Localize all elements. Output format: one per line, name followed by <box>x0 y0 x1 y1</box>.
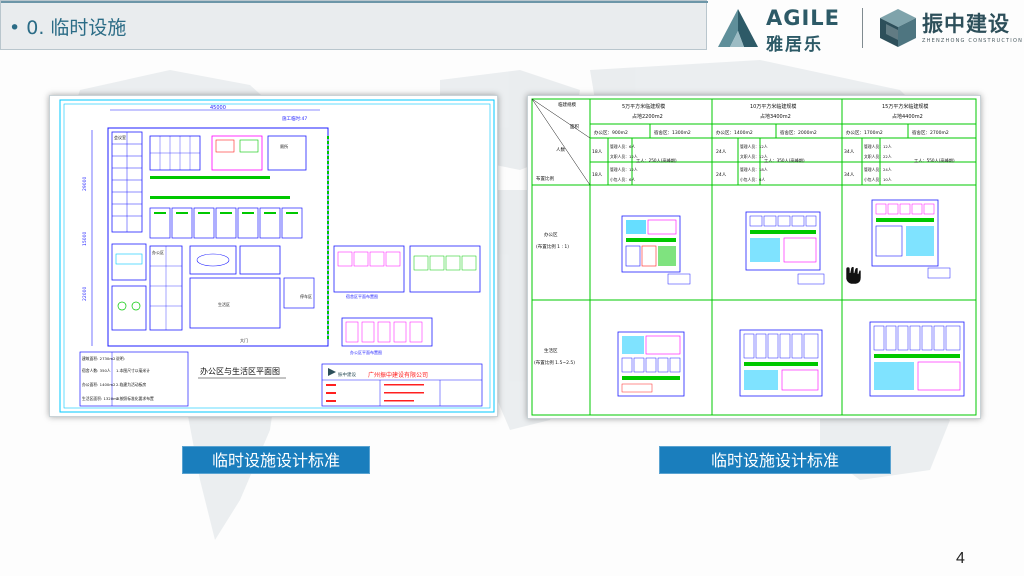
col3-workers: 工人：550人(高峰期) <box>914 157 955 164</box>
zhenzhong-english-name: ZHENZHONG CONSTRUCTION <box>922 38 1024 44</box>
label-parking: 停车区 <box>300 293 312 299</box>
col3-staff-count-1: 34人 <box>844 149 855 155</box>
col3-subtitle: 占地4400m2 <box>892 113 923 120</box>
dorm-plan-thumb-10w <box>739 329 823 397</box>
label-office-area: 办公区 <box>152 249 164 255</box>
col1-dorm-area: 宿舍区：1300m2 <box>654 129 691 136</box>
col3-staff-line-1: 管理人员：12人 <box>864 144 892 149</box>
label-meeting-room: 会议室 <box>114 134 126 140</box>
col2-staff-line-3: 管理人员：18人 <box>740 167 768 172</box>
plan-width-dimension: 45000 <box>210 105 226 111</box>
row-office-label: 办公区 <box>544 231 558 238</box>
col1-staff-line-3: 管理人员：12人 <box>610 167 638 172</box>
agile-wordmark: AGILE <box>766 6 841 30</box>
label-wc: 厕所 <box>280 143 288 149</box>
agile-logo: AGILE 雅居乐 <box>714 2 854 55</box>
title-block-company: 广州振中建设有限公司 <box>368 371 428 379</box>
plan-right-dimension: 施工临时:47 <box>282 115 307 122</box>
corner-ratio-label: 布置比例 <box>536 175 554 182</box>
col2-workers: 工人：350人(高峰期) <box>764 157 805 164</box>
col3-office-area: 办公区：1700m2 <box>846 129 883 136</box>
title-accent-line <box>1 1 708 3</box>
col3-staff-line-3: 管理人员：24人 <box>864 167 892 172</box>
col1-staff-count-1: 18人 <box>592 149 603 155</box>
slide-title: • 0. 临时设施 <box>9 17 127 39</box>
plan-title: 办公区与生活区平面图 <box>200 366 280 376</box>
slide-title-bar: • 0. 临时设施 <box>0 0 708 50</box>
col1-staff-line-1: 管理人员：6人 <box>610 144 635 149</box>
office-plan-thumb-10w <box>745 211 825 285</box>
plan-left-dim-3: 22000 <box>82 287 88 301</box>
col2-office-area: 办公区：1400m2 <box>716 129 753 136</box>
col2-subtitle: 占地3400m2 <box>760 113 791 120</box>
left-caption: 临时设施设计标准 <box>182 446 370 474</box>
notes-row-4: 3.按照标准化要求布置 <box>116 396 154 401</box>
col2-dorm-area: 宿舍区：2000m2 <box>780 129 817 136</box>
label-gate: 大门 <box>240 337 248 343</box>
label-office-detail: 办公区平面布置图 <box>350 349 382 355</box>
corner-area-label: 面积 <box>570 123 579 130</box>
col3-staff-count-2: 34人 <box>844 172 855 178</box>
col1-staff-line-4: 小包人员：6人 <box>610 177 635 182</box>
site-plan-drawing: 45000 施工临时:47 29000 15000 22000 会议室 厕所 办… <box>49 95 498 417</box>
col2-staff-count-2: 24人 <box>716 172 727 178</box>
col1-title: 5万平方米临建规模 <box>622 103 665 110</box>
col1-staff-count-2: 18人 <box>592 172 603 178</box>
page-number: 4 <box>956 550 965 567</box>
office-plan-thumb-5w <box>621 215 691 285</box>
col3-staff-line-2: 文职人员：22人 <box>864 154 892 159</box>
col2-staff-line-4: 小包人员：6人 <box>740 177 765 182</box>
agile-chinese-name: 雅居乐 <box>766 35 823 55</box>
row-dorm-label: 生活区 <box>544 347 558 354</box>
col1-workers: 工人：250人(高峰期) <box>636 157 677 164</box>
logo-divider <box>862 8 863 48</box>
agile-mark-icon <box>718 9 758 47</box>
title-block-logo-text: 振中建设 <box>338 371 356 378</box>
row-office-ratio: (布置比例 1 : 1) <box>536 243 569 250</box>
legend-row-2: 宿舍人数: 350人 <box>82 368 111 373</box>
notes-row-1: 说明: <box>116 356 125 361</box>
zhenzhong-logo: 振中建设 ZHENZHONG CONSTRUCTION <box>876 2 1024 54</box>
corner-scale-label: 临建规模 <box>558 101 576 108</box>
hand-cursor-icon <box>845 266 862 285</box>
right-caption: 临时设施设计标准 <box>659 446 891 474</box>
row-dorm-ratio: (布置比例 1.5~2.5) <box>534 359 575 366</box>
col3-dorm-area: 宿舍区：2700m2 <box>912 129 949 136</box>
label-dorm-detail: 宿舍区平面布置图 <box>346 293 378 299</box>
legend-row-3: 办公面积: 1400m2 <box>82 382 116 387</box>
notes-row-3: 2.临建为活动板房 <box>116 382 146 387</box>
col3-staff-line-4: 小包人员：10人 <box>864 177 892 182</box>
col2-staff-line-1: 管理人员：12人 <box>740 144 768 149</box>
zhenzhong-cube-icon <box>880 9 916 47</box>
plan-left-dim-2: 15000 <box>82 232 88 246</box>
corner-people-label: 人数 <box>556 146 565 153</box>
col3-title: 15万平方米临建规模 <box>882 103 928 110</box>
col1-office-area: 办公区：900m2 <box>594 129 628 136</box>
label-living-area: 生活区 <box>218 301 230 307</box>
col1-staff-line-2: 文职人员：12人 <box>610 154 638 159</box>
dorm-plan-thumb-15w <box>869 321 965 397</box>
zhenzhong-chinese-name: 振中建设 <box>922 12 1010 36</box>
legend-row-4: 生活区面积: 1320m2 <box>82 396 120 401</box>
col2-title: 10万平方米临建规模 <box>750 103 796 110</box>
legend-row-1: 建筑面积: 2730m2 <box>82 356 116 361</box>
standards-table-drawing: 临建规模 面积 人数 布置比例 5万平方米临建规模 占地2200m2 办公区：9… <box>527 95 981 419</box>
plan-left-dim-1: 29000 <box>82 177 88 191</box>
office-plan-thumb-15w <box>871 199 951 279</box>
col1-subtitle: 占地2200m2 <box>632 113 663 120</box>
col2-staff-count-1: 24人 <box>716 149 727 155</box>
header-logos: AGILE 雅居乐 振中建设 ZHENZHONG CONSTRUCTION <box>714 2 1024 55</box>
notes-row-2: 1.本图尺寸以毫米计 <box>116 368 150 373</box>
dorm-plan-thumb-5w <box>617 331 685 397</box>
